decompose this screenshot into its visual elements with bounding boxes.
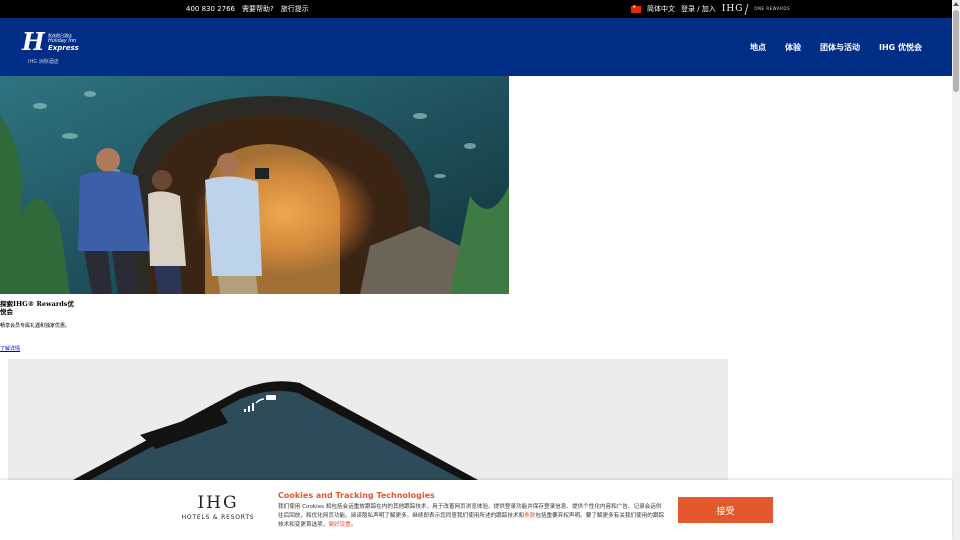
logo-brand-line2: Express <box>48 44 79 52</box>
help-link[interactable]: 需要帮助? <box>242 4 274 14</box>
cookie-logo-main: IHG <box>197 493 239 513</box>
accept-cookies-button[interactable]: 接受 <box>678 497 773 523</box>
holiday-inn-express-logo[interactable]: H 智选假日酒店 Holiday Inn Express IHG 洲际酒店 <box>22 30 82 70</box>
ihg-hotels-resorts-logo: IHG HOTELS & RESORTS <box>178 494 258 521</box>
logo-ihg-tag: IHG 洲际酒店 <box>28 59 59 65</box>
promo-title: 探索IHG® Rewards优悦会 <box>0 300 74 316</box>
ihg-logo-text: IHG <box>721 4 744 14</box>
utility-bar-left: 400 830 2766 需要帮助? 旅行提示 <box>186 0 309 18</box>
page: 400 830 2766 需要帮助? 旅行提示 简体中文 登录 / 加入 IHG… <box>0 0 960 540</box>
page-scrollbar[interactable] <box>952 0 960 540</box>
nav-item-groups-events[interactable]: 团体与活动 <box>820 42 860 53</box>
cookie-text-part3: 。 <box>350 522 357 528</box>
nav-item-ihg-rewards[interactable]: IHG 优悦会 <box>879 42 922 53</box>
learn-more-link[interactable]: 了解详情 <box>0 345 20 352</box>
china-flag-icon <box>631 4 641 13</box>
travel-tips-link[interactable]: 旅行提示 <box>281 4 309 14</box>
logo-divider <box>744 3 753 15</box>
nav-item-experience[interactable]: 体验 <box>785 42 801 53</box>
logo-h-mark: H <box>22 27 45 56</box>
aquarium-tunnel-illustration <box>0 76 509 294</box>
app-phone-image <box>8 359 728 480</box>
cookie-description: 我们使用 Cookies 和包括会话重放跟踪在内的其他跟踪技术，用于改善网页浏览… <box>278 503 664 530</box>
language-selector[interactable]: 简体中文 <box>647 4 675 14</box>
cookie-terms-link[interactable]: 条款 <box>524 513 535 519</box>
utility-bar-right: 简体中文 登录 / 加入 IHG ONE REWARDS <box>631 0 790 18</box>
nav-item-locations[interactable]: 地点 <box>750 42 766 53</box>
main-header: H 智选假日酒店 Holiday Inn Express IHG 洲际酒店 地点… <box>0 18 952 76</box>
aquarium-tunnel-image <box>0 76 509 294</box>
login-join-link[interactable]: 登录 / 加入 <box>681 4 716 14</box>
promo-description: 畅享会员专属礼遇和独家优惠。 <box>0 323 71 329</box>
phone-link[interactable]: 400 830 2766 <box>186 5 235 13</box>
one-rewards-text: ONE REWARDS <box>754 6 791 11</box>
utility-bar: 400 830 2766 需要帮助? 旅行提示 简体中文 登录 / 加入 IHG… <box>0 0 952 18</box>
ihg-one-rewards-logo[interactable]: IHG ONE REWARDS <box>721 3 791 15</box>
main-nav: 地点 体验 团体与活动 IHG 优悦会 <box>750 18 922 76</box>
phone-illustration <box>73 381 478 480</box>
scroll-up-arrow-icon[interactable] <box>952 0 960 8</box>
cookie-title: Cookies and Tracking Technologies <box>278 491 435 500</box>
cookie-preferences-link[interactable]: 偏好设置 <box>328 522 350 528</box>
cookie-logo-sub: HOTELS & RESORTS <box>181 514 255 521</box>
scroll-thumb[interactable] <box>953 10 959 92</box>
